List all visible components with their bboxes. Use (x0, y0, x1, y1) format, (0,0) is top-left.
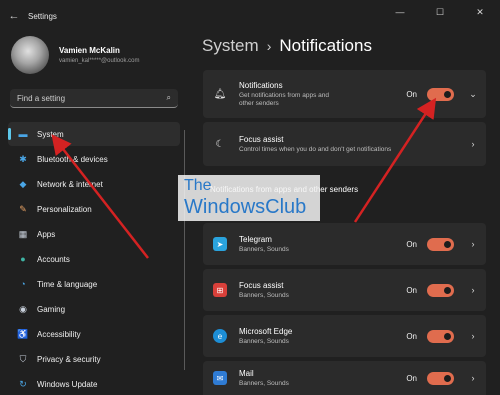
arrow-to-system (51, 134, 149, 259)
annotation-arrows (51, 97, 437, 259)
arrow-to-notifications-toggle (353, 97, 437, 223)
